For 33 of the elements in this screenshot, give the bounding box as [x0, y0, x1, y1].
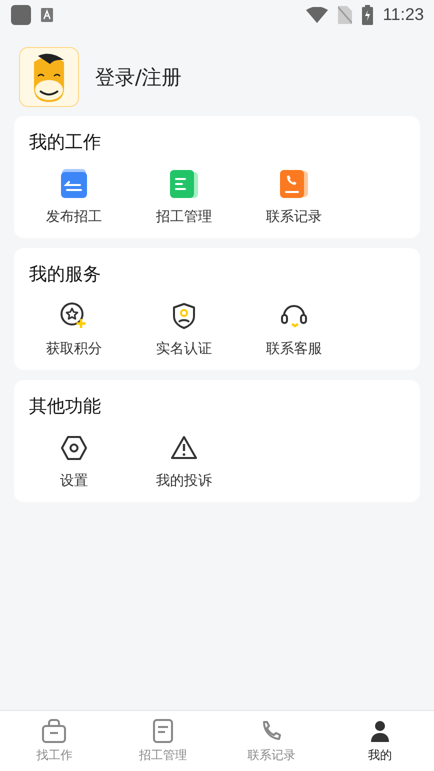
- warning-icon: [170, 435, 198, 461]
- tab[interactable]: 招工管理: [108, 711, 217, 771]
- tab[interactable]: 我的: [326, 711, 434, 771]
- menu-item[interactable]: 获取积分: [19, 300, 129, 358]
- settings-icon: [60, 435, 88, 461]
- clock: 11:23: [382, 5, 424, 25]
- document-icon: [168, 168, 200, 200]
- menu-item[interactable]: 发布招工: [19, 168, 129, 226]
- section-title: 我的工作: [28, 131, 101, 154]
- menu-item[interactable]: 实名认证: [129, 300, 239, 358]
- avatar-icon[interactable]: [19, 47, 79, 107]
- no-sim-icon: [338, 6, 352, 24]
- menu-item[interactable]: 联系客服: [239, 300, 349, 358]
- shield-user-icon: [172, 302, 196, 330]
- wifi-icon: [306, 7, 328, 23]
- section-title: 我的服务: [28, 263, 101, 286]
- login-link[interactable]: 登录/注册: [95, 64, 182, 90]
- tab[interactable]: 找工作: [0, 711, 108, 771]
- document-icon: [59, 168, 89, 200]
- battery-icon: [362, 5, 373, 25]
- briefcase-icon: [40, 718, 68, 744]
- section-title: 其他功能: [28, 395, 101, 418]
- menu-item[interactable]: 招工管理: [129, 168, 239, 226]
- star-badge-icon: [60, 302, 88, 330]
- document-icon: [150, 718, 175, 744]
- tab[interactable]: 联系记录: [217, 711, 326, 771]
- menu-item[interactable]: 设置: [19, 432, 129, 490]
- keyboard-icon: [41, 8, 53, 22]
- phone-icon: [278, 168, 310, 200]
- menu-item[interactable]: 联系记录: [239, 168, 349, 226]
- headset-icon: [280, 302, 308, 330]
- menu-item[interactable]: 我的投诉: [129, 432, 239, 490]
- app-icon: [11, 5, 31, 25]
